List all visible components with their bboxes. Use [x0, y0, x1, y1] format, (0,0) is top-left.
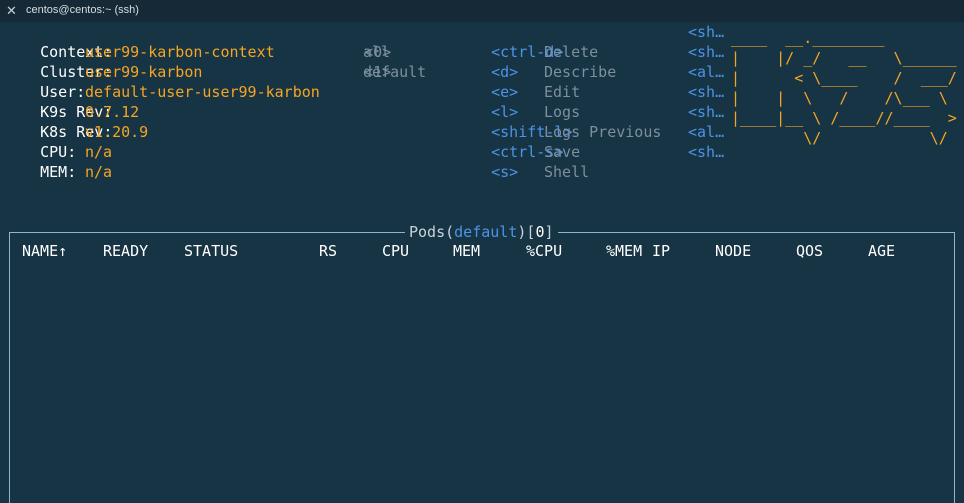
namespace-default[interactable]: <1> default — [328, 42, 426, 81]
shortcut-truncated[interactable]: <sh… — [688, 102, 724, 122]
shortcut-truncated[interactable]: <sh… — [688, 42, 724, 62]
shortcut-truncated[interactable]: <sh… — [688, 142, 724, 162]
info-value: default-user-user99-karbon — [85, 83, 320, 101]
column-header-node[interactable]: NODE — [715, 241, 751, 261]
close-icon[interactable]: ✕ — [6, 3, 17, 19]
logo-line: \/ \/ — [731, 129, 948, 147]
shortcut-shell[interactable]: <s> Shell — [455, 142, 589, 181]
logo-line: | |/ _/ __ \______ — [731, 49, 957, 67]
shortcut-truncated[interactable]: <al… — [688, 62, 724, 82]
info-value: n/a — [85, 143, 113, 161]
shortcut-key: <s> — [491, 163, 519, 181]
table-count: 0 — [535, 223, 545, 241]
column-header-rs[interactable]: RS — [319, 241, 337, 261]
shortcut-logs[interactable]: <l> Logs — [455, 82, 580, 121]
info-value: v1.20.9 — [85, 123, 149, 141]
info-label: MEM: — [40, 163, 77, 181]
info-cluster: Cluster: user99-karbon — [4, 42, 202, 81]
table-resource: Pods — [409, 223, 446, 241]
logo-line: |____|__ \ /____//____ > — [731, 109, 957, 127]
logo-line: | < \____ / ___/ — [731, 69, 957, 87]
column-header-ip[interactable]: IP — [652, 241, 670, 261]
shortcut-logs-previous[interactable]: <shift-l> Logs Previous — [455, 102, 661, 141]
k9s-logo: ____ __.________ | |/ _/ __ \______ | < \_… — [731, 28, 957, 148]
info-value: n/a — [85, 163, 113, 181]
column-header-pct-cpu[interactable]: %CPU — [526, 241, 562, 261]
info-context: Context: user99-karbon-context — [4, 22, 275, 61]
column-header-age[interactable]: AGE — [868, 241, 895, 261]
shortcut-action: Save — [544, 143, 581, 161]
window-titlebar: ✕ centos@centos:~ (ssh) — [0, 0, 964, 23]
shortcut-edit[interactable]: <e> Edit — [455, 62, 580, 101]
table-header: NAME↑ READY STATUS RS CPU MEM %CPU %MEM … — [10, 241, 954, 261]
shortcut-save[interactable]: <ctrl-s> Save — [455, 122, 580, 161]
terminal: Context: user99-karbon-context Cluster: us… — [0, 22, 964, 503]
shortcut-truncated[interactable]: <sh… — [688, 82, 724, 102]
info-value: user99-karbon-context — [85, 43, 275, 61]
logo-line: | | \ / /\___ \ — [731, 89, 948, 107]
column-header-name[interactable]: NAME↑ — [22, 241, 67, 261]
column-header-mem[interactable]: MEM — [453, 241, 480, 261]
namespace-all[interactable]: <0> all — [328, 22, 391, 61]
table-namespace: default — [454, 223, 518, 241]
info-mem: MEM: n/a — [4, 142, 112, 181]
window-title: centos@centos:~ (ssh) — [26, 4, 139, 16]
column-header-status[interactable]: STATUS — [184, 241, 238, 261]
info-cpu: CPU: n/a — [4, 122, 112, 161]
column-header-pct-mem[interactable]: %MEM — [606, 241, 642, 261]
shortcut-action: Shell — [544, 163, 590, 181]
column-header-qos[interactable]: QOS — [796, 241, 823, 261]
pods-table: Pods(default)[0] NAME↑ READY STATUS RS C… — [9, 222, 955, 503]
column-header-cpu[interactable]: CPU — [382, 241, 409, 261]
shortcut-delete[interactable]: <ctrl-d> Delete — [455, 22, 598, 61]
shortcut-action: Describe — [544, 63, 617, 81]
info-k8s-rev: K8s Rev: v1.20.9 — [4, 102, 148, 141]
info-value: user99-karbon — [85, 63, 203, 81]
shortcut-action: Edit — [544, 83, 581, 101]
logo-line: ____ __.________ — [731, 29, 885, 47]
info-user: User: default-user-user99-karbon — [4, 62, 320, 101]
shortcut-describe[interactable]: <d> Describe — [455, 42, 616, 81]
table-title: Pods(default)[0] — [405, 222, 558, 242]
column-header-ready[interactable]: READY — [103, 241, 148, 261]
shortcut-truncated[interactable]: <sh… — [688, 22, 724, 42]
namespace-name: default — [363, 63, 427, 81]
shortcut-truncated[interactable]: <al… — [688, 122, 724, 142]
shortcut-action: Delete — [544, 43, 599, 61]
info-k9s-rev: K9s Rev: 0.7.12 — [4, 82, 139, 121]
